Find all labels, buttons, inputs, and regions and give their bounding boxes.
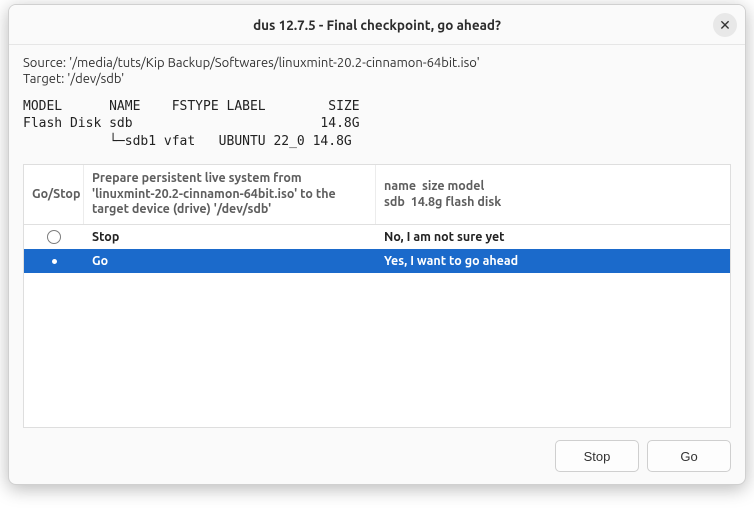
dialog-footer: Stop Go	[23, 440, 731, 472]
table-row[interactable]: Stop No, I am not sure yet	[24, 225, 730, 249]
table-row[interactable]: Go Yes, I want to go ahead	[24, 249, 730, 273]
radio-unselected-icon	[47, 230, 61, 244]
radio-cell[interactable]	[24, 230, 84, 244]
table-header-device[interactable]: name size model sdb 14.8g flash disk	[376, 165, 730, 224]
radio-selected-icon	[52, 259, 57, 264]
row-action: Stop	[84, 224, 376, 250]
target-line: Target: '/dev/sdb'	[23, 71, 731, 87]
dialog-window: dus 12.7.5 - Final checkpoint, go ahead?…	[8, 4, 746, 485]
row-desc: Yes, I want to go ahead	[376, 248, 730, 274]
go-button[interactable]: Go	[647, 440, 731, 472]
titlebar: dus 12.7.5 - Final checkpoint, go ahead?…	[9, 5, 745, 45]
table-header-gostop[interactable]: Go/Stop	[24, 165, 84, 224]
info-block: Source: '/media/tuts/Kip Backup/Software…	[23, 55, 731, 88]
radio-cell[interactable]	[24, 259, 84, 264]
options-table: Go/Stop Prepare persistent live system f…	[23, 164, 731, 428]
row-desc: No, I am not sure yet	[376, 224, 730, 250]
source-line: Source: '/media/tuts/Kip Backup/Software…	[23, 55, 731, 71]
close-icon: ✕	[719, 18, 731, 32]
row-action: Go	[84, 248, 376, 274]
table-header-prepare[interactable]: Prepare persistent live system from 'lin…	[84, 165, 376, 224]
device-table: MODEL NAME FSTYPE LABEL SIZE Flash Disk …	[23, 98, 731, 151]
stop-button[interactable]: Stop	[555, 440, 639, 472]
window-title: dus 12.7.5 - Final checkpoint, go ahead?	[253, 17, 501, 33]
close-button[interactable]: ✕	[713, 13, 737, 37]
table-header-row: Go/Stop Prepare persistent live system f…	[24, 165, 730, 225]
dialog-content: Source: '/media/tuts/Kip Backup/Software…	[9, 45, 745, 484]
